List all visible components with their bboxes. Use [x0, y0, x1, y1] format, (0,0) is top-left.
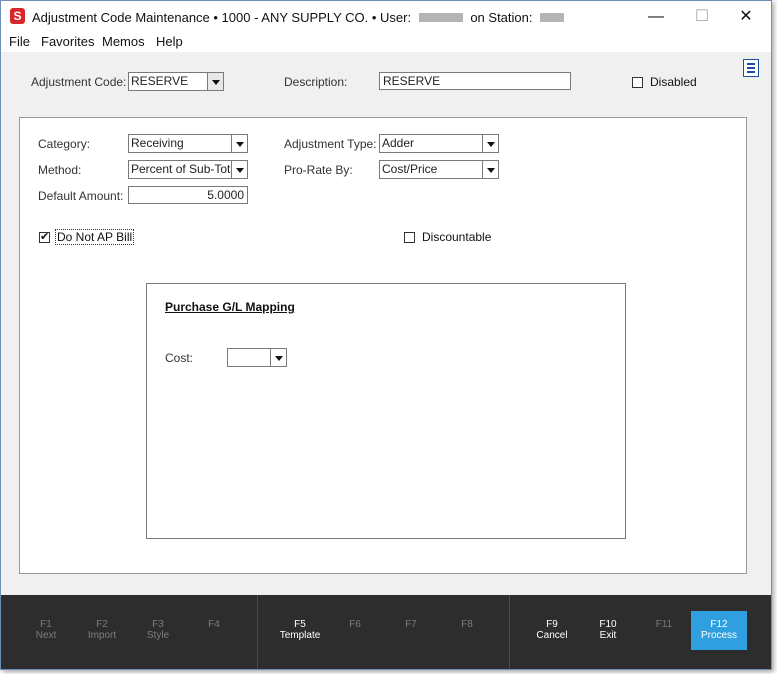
menu-help[interactable]: Help — [156, 34, 183, 49]
menu-favorites[interactable]: Favorites — [41, 34, 94, 49]
f4-key: F4 — [208, 619, 220, 630]
f1-next-button[interactable]: F1 Next — [18, 619, 74, 641]
chevron-down-icon[interactable] — [231, 161, 247, 178]
adjustment-code-window: S Adjustment Code Maintenance • 1000 - A… — [0, 0, 772, 670]
f10-label: Exit — [599, 630, 617, 641]
f9-key: F9 — [546, 619, 558, 630]
f2-label: Import — [87, 630, 117, 641]
f6-button[interactable]: F6 — [327, 619, 383, 630]
f1-key: F1 — [40, 619, 52, 630]
chevron-down-icon[interactable] — [482, 161, 498, 178]
default-amount-label: Default Amount: — [38, 189, 124, 203]
f2-import-button[interactable]: F2 Import — [74, 619, 130, 641]
f11-button[interactable]: F11 — [636, 619, 692, 630]
options-menu-icon[interactable] — [743, 59, 759, 77]
method-select[interactable]: Percent of Sub-Total — [128, 160, 248, 179]
category-value: Receiving — [131, 136, 184, 150]
prorate-label: Pro-Rate By: — [284, 163, 353, 177]
redacted-station — [540, 13, 565, 23]
adjustment-code-label: Adjustment Code: — [31, 75, 127, 89]
f10-key: F10 — [599, 619, 617, 630]
do-not-ap-bill-label: Do Not AP Bill — [54, 229, 135, 245]
chevron-down-icon[interactable] — [270, 349, 286, 366]
window-title: Adjustment Code Maintenance • 1000 - ANY… — [32, 9, 568, 25]
minimize-icon[interactable]: — — [633, 1, 679, 32]
method-value: Percent of Sub-Total — [131, 162, 240, 176]
f12-label: Process — [700, 630, 738, 641]
category-label: Category: — [38, 137, 91, 151]
f12-key: F12 — [710, 619, 728, 630]
function-key-bar: F1 Next F2 Import F3 Style F4 F5 Templat… — [1, 595, 771, 669]
f9-cancel-button[interactable]: F9 Cancel — [524, 619, 580, 641]
f2-key: F2 — [96, 619, 108, 630]
prorate-value: Cost/Price — [382, 162, 438, 176]
header-form: Adjustment Code: RESERVE Description: RE… — [1, 52, 771, 110]
prorate-select[interactable]: Cost/Price — [379, 160, 499, 179]
cost-label: Cost: — [165, 351, 194, 365]
redacted-user — [418, 13, 463, 23]
disabled-checkbox[interactable] — [632, 77, 643, 88]
f12-process-button[interactable]: F12 Process — [691, 611, 747, 650]
discountable-checkbox[interactable] — [404, 232, 415, 243]
f5-label: Template — [279, 630, 321, 641]
f10-exit-button[interactable]: F10 Exit — [580, 619, 636, 641]
description-field[interactable]: RESERVE — [379, 72, 571, 90]
do-not-ap-bill-checkbox[interactable]: ✔ — [39, 232, 50, 243]
adjustment-code-value: RESERVE — [131, 74, 189, 88]
gl-mapping-box: Purchase G/L Mapping Cost: — [146, 283, 626, 539]
category-select[interactable]: Receiving — [128, 134, 248, 153]
adjustment-type-select[interactable]: Adder — [379, 134, 499, 153]
window-title-text: Adjustment Code Maintenance • 1000 - ANY… — [32, 10, 412, 26]
f4-button[interactable]: F4 — [186, 619, 242, 630]
disabled-label: Disabled — [650, 75, 697, 89]
f6-key: F6 — [349, 619, 361, 630]
f3-style-button[interactable]: F3 Style — [130, 619, 186, 641]
f8-button[interactable]: F8 — [439, 619, 495, 630]
app-logo-icon: S — [10, 8, 25, 24]
chevron-down-icon[interactable] — [207, 73, 223, 90]
details-panel: Category: Receiving Method: Percent of S… — [19, 117, 747, 574]
chevron-down-icon[interactable] — [231, 135, 247, 152]
adjustment-code-select[interactable]: RESERVE — [128, 72, 224, 91]
f3-key: F3 — [152, 619, 164, 630]
f8-key: F8 — [461, 619, 473, 630]
adjustment-type-value: Adder — [382, 136, 415, 150]
gl-mapping-title: Purchase G/L Mapping — [165, 300, 295, 314]
f5-template-button[interactable]: F5 Template — [272, 619, 328, 641]
function-bar-divider — [509, 595, 510, 669]
method-label: Method: — [38, 163, 82, 177]
menu-bar: File Favorites Memos Help — [1, 32, 771, 52]
default-amount-field[interactable]: 5.0000 — [128, 186, 248, 204]
f11-key: F11 — [655, 619, 673, 630]
f5-key: F5 — [294, 619, 306, 630]
adjustment-type-label: Adjustment Type: — [284, 137, 377, 151]
function-bar-divider — [257, 595, 258, 669]
title-bar: S Adjustment Code Maintenance • 1000 - A… — [1, 1, 771, 32]
f12-text: F12 Process — [691, 619, 747, 641]
menu-file[interactable]: File — [9, 34, 30, 49]
window-title-station: on Station: — [470, 10, 533, 26]
discountable-label: Discountable — [422, 230, 492, 244]
description-label: Description: — [284, 75, 348, 89]
chevron-down-icon[interactable] — [482, 135, 498, 152]
f9-label: Cancel — [536, 630, 568, 641]
close-icon[interactable]: ✕ — [723, 1, 769, 32]
cost-select[interactable] — [227, 348, 287, 367]
f3-label: Style — [146, 630, 170, 641]
maximize-icon[interactable]: ☐ — [679, 1, 725, 32]
f1-label: Next — [35, 630, 57, 641]
f7-key: F7 — [405, 619, 417, 630]
menu-memos[interactable]: Memos — [102, 34, 145, 49]
f7-button[interactable]: F7 — [383, 619, 439, 630]
